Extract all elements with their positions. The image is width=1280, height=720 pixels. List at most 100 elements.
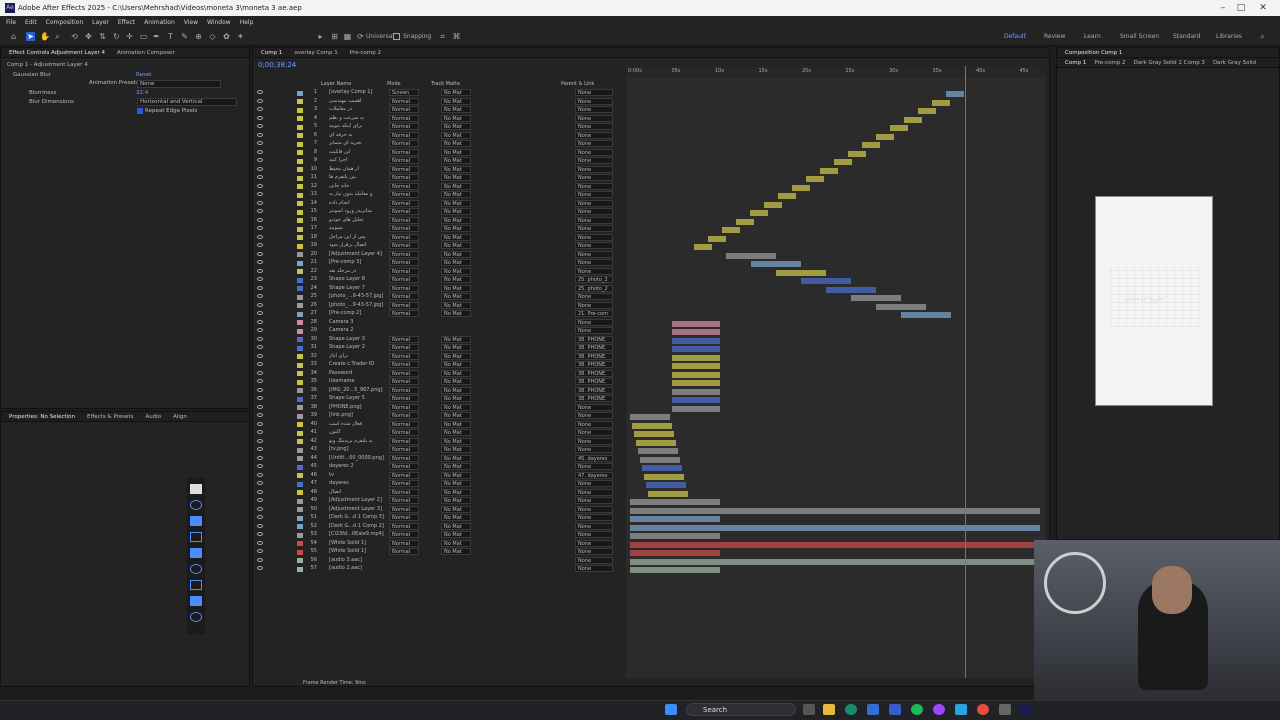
layer-row[interactable]: 20 [Adjustment Layer 4] Normal No Mat None	[253, 250, 623, 260]
label-color-swatch[interactable]	[297, 141, 303, 147]
parent-select[interactable]: None	[575, 148, 613, 156]
blend-mode-select[interactable]: Normal	[389, 446, 419, 453]
layer-row[interactable]: 18 پس از این مراحل Normal No Mat None	[253, 233, 623, 243]
track-matte-select[interactable]: No Mat	[441, 497, 471, 504]
parent-select[interactable]: None	[575, 165, 613, 173]
layer-name[interactable]: [photo_...9-43-57.jpg]	[329, 302, 387, 308]
layer-row[interactable]: 55 [White Solid 1] Normal No Mat None	[253, 548, 623, 557]
eye-icon[interactable]	[257, 226, 263, 230]
blend-mode-select[interactable]: Normal	[389, 429, 419, 436]
pen-tool-icon[interactable]: ✒	[152, 32, 161, 41]
eye-icon[interactable]	[257, 192, 263, 196]
layer-duration-bar[interactable]	[672, 380, 720, 386]
layer-duration-bar[interactable]	[918, 108, 936, 114]
label-color-swatch[interactable]	[297, 490, 303, 495]
menu-item-animation[interactable]: Animation	[144, 19, 175, 26]
blend-mode-select[interactable]: Normal	[389, 233, 419, 241]
blend-mode-select[interactable]: Normal	[389, 97, 419, 105]
grid-icon[interactable]: ▦	[343, 32, 352, 41]
track-matte-select[interactable]: No Mat	[441, 437, 471, 445]
blend-mode-select[interactable]: Normal	[389, 191, 419, 198]
label-color-swatch[interactable]	[297, 90, 303, 96]
layer-duration-bar[interactable]	[876, 303, 926, 310]
label-color-swatch[interactable]	[297, 456, 303, 461]
track-matte-select[interactable]: No Mat	[441, 344, 471, 351]
eye-icon[interactable]	[257, 336, 263, 341]
label-color-swatch[interactable]	[297, 379, 303, 385]
layer-duration-bar[interactable]	[644, 473, 684, 480]
parent-select[interactable]: None	[575, 327, 613, 334]
layer-duration-bar[interactable]	[834, 159, 852, 165]
label-color-swatch[interactable]	[297, 311, 303, 317]
layer-row[interactable]: 36 [IMG_20...5_967.png] Normal No Mat 38. PH…	[253, 386, 623, 396]
layer-row[interactable]: 10 از همان محیط Normal No Mat None	[253, 165, 623, 175]
eye-icon[interactable]	[257, 489, 263, 494]
layer-name[interactable]: [Adjustment Layer 3]	[329, 506, 387, 512]
layer-row[interactable]: 22 در مرحله بعد Normal No Mat None	[253, 267, 623, 277]
layer-row[interactable]: 17 میتونید Normal No Mat None	[253, 225, 623, 234]
menu-item-composition[interactable]: Composition	[46, 19, 83, 26]
parent-select[interactable]: None	[575, 216, 613, 224]
layer-duration-bar[interactable]	[806, 176, 824, 182]
track-matte-select[interactable]: No Mat	[441, 276, 471, 283]
plugin-icon-1[interactable]	[190, 500, 202, 510]
layer-duration-bar[interactable]	[750, 210, 768, 216]
layer-row[interactable]: 23 Shape Layer 8 Normal No Mat 25. photo_2	[253, 276, 623, 285]
rectangle-tool-icon[interactable]: ▭	[139, 32, 148, 41]
label-color-swatch[interactable]	[297, 294, 303, 300]
blend-mode-select[interactable]: Normal	[389, 539, 419, 547]
label-color-swatch[interactable]	[297, 303, 303, 308]
parent-select[interactable]: None	[575, 225, 613, 232]
plugin-icon-3[interactable]	[190, 532, 202, 542]
layer-duration-bar[interactable]	[776, 269, 826, 276]
layer-name[interactable]: [Adjustment Layer 4]	[329, 251, 387, 257]
eye-icon[interactable]	[257, 532, 263, 536]
layer-row[interactable]: 7 تجربه ای متمایز Normal No Mat None	[253, 140, 623, 149]
layer-name[interactable]: متاتریدر ورود آسونتر	[329, 208, 387, 214]
label-color-swatch[interactable]	[297, 532, 303, 538]
label-color-swatch[interactable]	[297, 345, 303, 351]
eye-icon[interactable]	[257, 455, 263, 460]
layer-name[interactable]: تحلیل های خودتو	[329, 217, 387, 223]
layer-row[interactable]: 6 به حرفه ای Normal No Mat None	[253, 131, 623, 141]
eye-icon[interactable]	[257, 90, 263, 94]
repeat-edge-checkbox[interactable]	[137, 108, 143, 114]
label-color-swatch[interactable]	[297, 549, 303, 555]
label-color-swatch[interactable]	[297, 507, 303, 512]
layer-name[interactable]: به حرفه ای	[329, 132, 387, 138]
layer-name[interactable]: Shape Layer 8	[329, 276, 387, 282]
eye-icon[interactable]	[257, 260, 263, 264]
layer-row[interactable]: 37 Shape Layer 5 Normal No Mat 38. PHONE.	[253, 395, 623, 404]
layer-duration-bar[interactable]	[901, 312, 951, 318]
layer-duration-bar[interactable]	[672, 346, 720, 352]
orbit-tool-icon[interactable]: ⟲	[70, 32, 79, 41]
layer-duration-bar[interactable]	[640, 456, 680, 463]
layer-row[interactable]: 24 Shape Layer 7 Normal No Mat 25. photo_2	[253, 284, 623, 294]
subtab-pre-comp-2[interactable]: Pre-comp 2	[1094, 60, 1125, 66]
track-matte-select[interactable]: No Mat	[441, 403, 471, 411]
layer-row[interactable]: 16 تحلیل های خودتو Normal No Mat None	[253, 216, 623, 226]
dolly-tool-icon[interactable]: ⇅	[98, 32, 107, 41]
track-matte-select[interactable]: No Mat	[441, 369, 471, 377]
parent-select[interactable]: None	[575, 208, 613, 215]
layer-name[interactable]: و معامله بدون نیاز به	[329, 191, 387, 197]
layer-name[interactable]: Camera 2	[329, 327, 387, 333]
layer-name[interactable]: [White Solid 1]	[329, 548, 387, 554]
layer-duration-bar[interactable]	[932, 99, 950, 106]
eye-icon[interactable]	[257, 277, 263, 281]
layer-name[interactable]: اهمیت مهندسی	[329, 98, 387, 104]
track-matte-select[interactable]: No Mat	[441, 242, 471, 249]
layer-name[interactable]: جابه جایی	[329, 183, 387, 189]
plugin-icon-2[interactable]	[190, 516, 202, 526]
eye-icon[interactable]	[257, 345, 263, 349]
parent-select[interactable]: None	[575, 446, 613, 453]
layer-row[interactable]: 47 dayeres Normal No Mat None	[253, 480, 623, 489]
tab-audio[interactable]: Audio	[145, 414, 161, 420]
tab-composition-comp-1[interactable]: Composition Comp 1	[1065, 50, 1122, 56]
blend-mode-select[interactable]: Normal	[389, 335, 419, 343]
layer-name[interactable]: [Pre-comp 2]	[329, 310, 387, 316]
label-color-swatch[interactable]	[297, 371, 303, 376]
parent-select[interactable]: None	[575, 182, 613, 190]
label-color-swatch[interactable]	[297, 252, 303, 257]
eye-icon[interactable]	[257, 166, 263, 171]
